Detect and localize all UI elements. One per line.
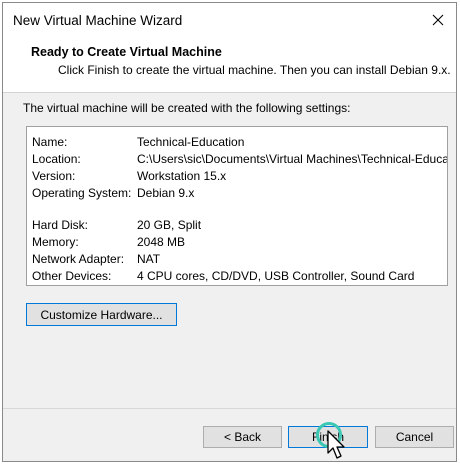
back-button[interactable]: < Back [203, 426, 282, 448]
settings-summary: Name: Technical-Education Location: C:\U… [26, 126, 448, 286]
setting-value: 2048 MB [137, 235, 186, 249]
setting-label: Operating System: [32, 186, 132, 200]
setting-label: Location: [32, 152, 81, 166]
finish-button[interactable]: Finish [288, 426, 368, 448]
customize-hardware-button[interactable]: Customize Hardware... [26, 303, 177, 326]
setting-value: Workstation 15.x [137, 169, 227, 183]
close-button[interactable] [420, 3, 456, 37]
setting-label: Other Devices: [32, 269, 112, 283]
setting-value: Debian 9.x [137, 186, 195, 200]
settings-intro: The virtual machine will be created with… [23, 101, 351, 115]
setting-value: 4 CPU cores, CD/DVD, USB Controller, Sou… [137, 269, 415, 283]
page-subtitle: Click Finish to create the virtual machi… [58, 63, 451, 77]
title-bar: New Virtual Machine Wizard [3, 3, 456, 37]
setting-value: C:\Users\sic\Documents\Virtual Machines\… [137, 152, 448, 166]
close-icon [432, 14, 444, 26]
wizard-header: Ready to Create Virtual Machine Click Fi… [3, 37, 456, 93]
setting-value: 20 GB, Split [137, 218, 202, 232]
window-title: New Virtual Machine Wizard [13, 13, 183, 28]
setting-value: Technical-Education [137, 135, 245, 149]
cancel-button[interactable]: Cancel [375, 426, 454, 448]
setting-label: Network Adapter: [32, 252, 125, 266]
setting-label: Memory: [32, 235, 79, 249]
setting-label: Name: [32, 135, 68, 149]
wizard-window: New Virtual Machine Wizard Ready to Crea… [2, 2, 457, 462]
setting-label: Hard Disk: [32, 218, 89, 232]
setting-label: Version: [32, 169, 76, 183]
wizard-body: The virtual machine will be created with… [3, 93, 456, 461]
setting-value: NAT [137, 252, 161, 266]
page-title: Ready to Create Virtual Machine [31, 45, 222, 59]
footer-divider [3, 408, 456, 409]
